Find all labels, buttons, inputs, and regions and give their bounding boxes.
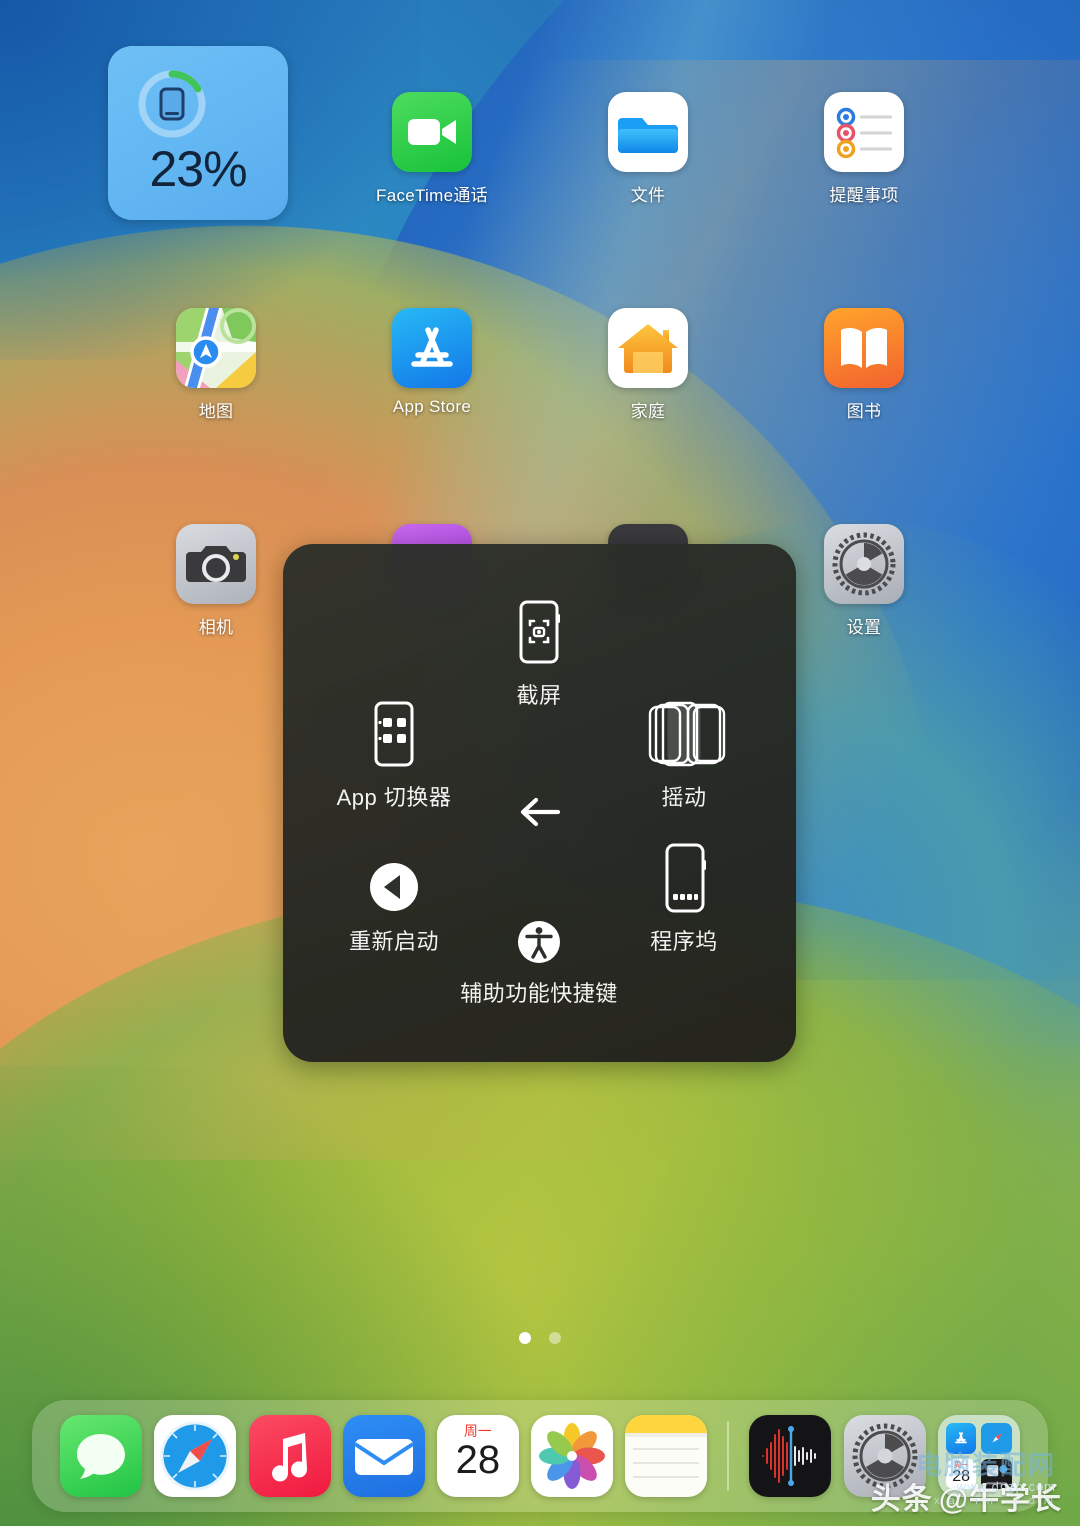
safari-compass-icon[interactable] <box>154 1415 237 1497</box>
accessibility-icon <box>439 912 639 966</box>
maps-icon[interactable] <box>176 308 256 388</box>
files-icon[interactable] <box>608 92 688 172</box>
home-icon[interactable] <box>608 308 688 388</box>
battery-widget-card[interactable]: 23% <box>108 46 288 220</box>
dock-item-voice-memos[interactable] <box>743 1415 837 1497</box>
app-reminders[interactable]: 提醒事项 <box>756 92 972 206</box>
page-indicator[interactable] <box>0 1332 1080 1344</box>
dock-item-notes[interactable] <box>619 1415 713 1497</box>
screenshot-icon <box>439 590 639 668</box>
page-dot-1[interactable] <box>519 1332 531 1344</box>
home-widget-battery[interactable]: 23% <box>108 46 324 220</box>
music-note-icon[interactable] <box>248 1415 331 1497</box>
camera-icon[interactable] <box>176 524 256 604</box>
watermark-secondary-sub: x a j i n . c o m <box>934 1495 1056 1508</box>
assistive-item-app-switcher[interactable]: App 切换器 <box>294 692 494 812</box>
shake-icon <box>584 692 784 770</box>
settings-gear-icon[interactable] <box>824 524 904 604</box>
folder-appstore-icon <box>945 1423 977 1454</box>
app-label-books: 图书 <box>846 402 882 421</box>
app-home[interactable]: 家庭 <box>540 308 756 422</box>
app-label-maps: 地图 <box>198 402 234 421</box>
assistive-item-shake[interactable]: 摇动 <box>584 692 784 812</box>
page-dot-2[interactable] <box>549 1332 561 1344</box>
dock-item-calendar[interactable]: 周一 28 <box>431 1415 525 1497</box>
assistive-label-accessibility-shortcut: 辅助功能快捷键 <box>460 981 618 1006</box>
photos-flower-icon[interactable] <box>531 1415 614 1497</box>
dock-separator <box>727 1421 730 1491</box>
app-label-app-store: App Store <box>392 397 472 416</box>
app-label-files: 文件 <box>630 186 666 205</box>
mail-envelope-icon[interactable] <box>342 1415 425 1497</box>
app-label-home: 家庭 <box>630 402 666 421</box>
dock-item-mail[interactable] <box>337 1415 431 1497</box>
calendar-day: 28 <box>455 1438 501 1482</box>
assistive-back-button[interactable] <box>510 790 570 834</box>
assistive-label-shake: 摇动 <box>661 785 707 810</box>
restart-icon <box>294 852 494 914</box>
battery-ring-icon <box>138 70 206 138</box>
watermark-secondary: 电脑装配网 www.dnzp.com x a j i n . c o m <box>915 1449 1056 1508</box>
app-label-reminders: 提醒事项 <box>829 186 899 205</box>
reminders-icon[interactable] <box>824 92 904 172</box>
dock-item-music[interactable] <box>242 1415 336 1497</box>
calendar-weekday: 周一 <box>463 1423 492 1439</box>
appstore-icon[interactable] <box>392 308 472 388</box>
assistive-item-accessibility-shortcut[interactable]: 辅助功能快捷键 <box>439 912 639 1008</box>
assistive-touch-menu[interactable]: 截屏 App 切换器 摇动 重新启动 程序坞 辅助功能快捷键 <box>283 544 796 1062</box>
messages-icon[interactable] <box>60 1415 143 1497</box>
notes-icon[interactable] <box>625 1415 708 1497</box>
folder-safari-icon <box>981 1423 1012 1454</box>
arrow-left-icon <box>520 797 560 827</box>
facetime-icon[interactable] <box>392 92 472 172</box>
dock-item-safari[interactable] <box>148 1415 242 1497</box>
books-icon[interactable] <box>824 308 904 388</box>
app-label-facetime: FaceTime通话 <box>376 186 488 205</box>
app-maps[interactable]: 地图 <box>108 308 324 422</box>
calendar-icon[interactable]: 周一 28 <box>436 1415 519 1497</box>
app-books[interactable]: 图书 <box>756 308 972 422</box>
waveform-icon[interactable] <box>749 1415 832 1497</box>
dock-item-messages[interactable] <box>54 1415 148 1497</box>
watermark-secondary-cn: 电脑装配网 <box>915 1449 1056 1480</box>
app-facetime[interactable]: FaceTime通话 <box>324 92 540 206</box>
watermark-secondary-url: www.dnzp.com <box>956 1479 1056 1495</box>
dock-icon <box>584 840 784 914</box>
dock-item-photos[interactable] <box>525 1415 619 1497</box>
app-switcher-icon <box>294 692 494 770</box>
app-files[interactable]: 文件 <box>540 92 756 206</box>
app-app-store[interactable]: App Store <box>324 308 540 417</box>
battery-percent-label: 23% <box>149 141 247 197</box>
assistive-label-app-switcher: App 切换器 <box>336 785 452 810</box>
